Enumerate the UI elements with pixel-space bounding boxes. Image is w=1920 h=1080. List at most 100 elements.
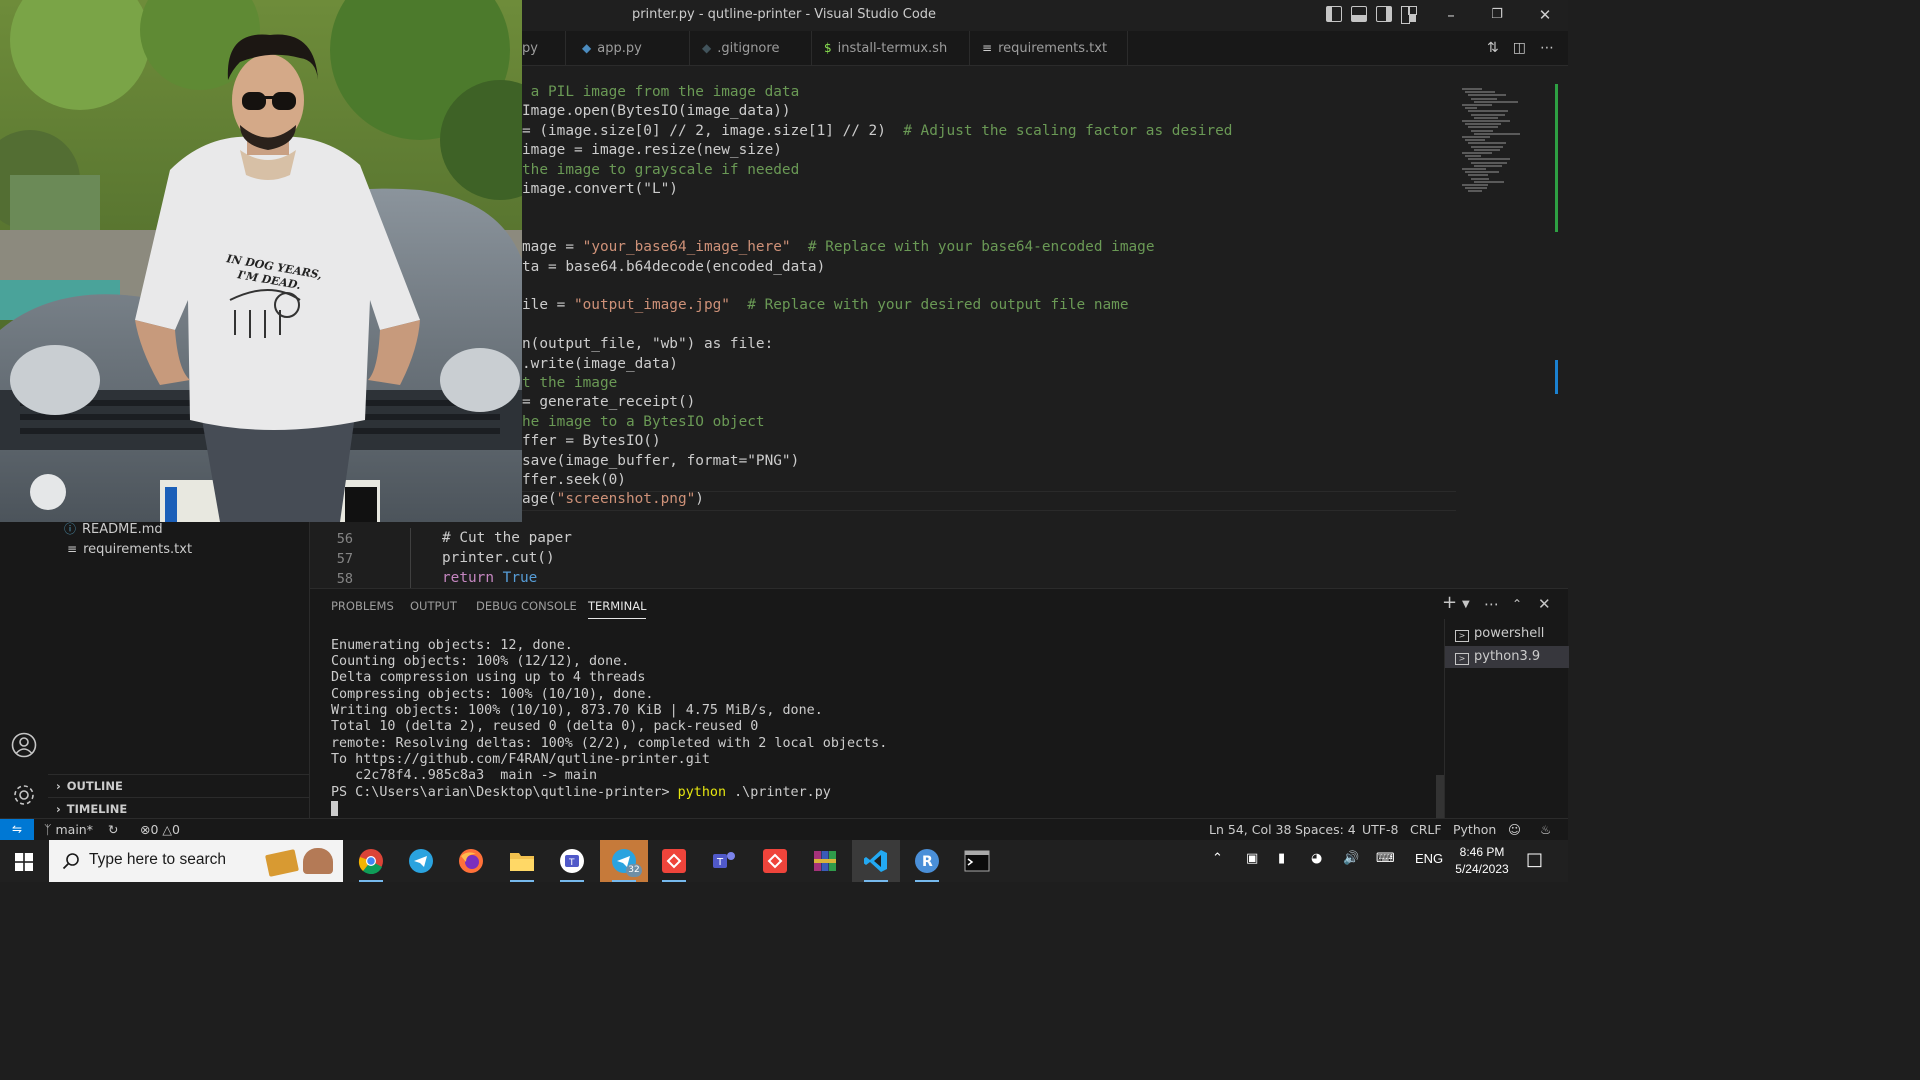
toggle-primary-sidebar-icon[interactable]	[1326, 6, 1342, 22]
taskbar-clock[interactable]: 8:46 PM 5/24/2023	[1452, 844, 1512, 878]
volume-icon[interactable]: 🔊	[1343, 851, 1359, 866]
cursor-position[interactable]: Ln 54, Col 38	[1209, 822, 1291, 837]
minimap-row	[1471, 177, 1489, 180]
code-text: age(	[522, 491, 557, 508]
customize-layout-icon[interactable]	[1401, 6, 1417, 24]
taskbar-anydesk-1[interactable]	[650, 840, 698, 882]
notifications-bell-icon[interactable]: ♨	[1540, 822, 1551, 837]
tab-problems[interactable]: PROBLEMS	[331, 599, 394, 613]
manage-gear-icon[interactable]	[11, 782, 37, 808]
clock-date: 5/24/2023	[1455, 862, 1509, 876]
tab-requirements[interactable]: ≡ requirements.txt	[970, 31, 1128, 66]
taskbar-chrome[interactable]	[347, 840, 395, 882]
taskbar-firefox[interactable]	[447, 840, 495, 882]
more-actions-icon[interactable]: ⋯	[1484, 595, 1499, 613]
warning-count: 0	[172, 822, 180, 837]
sync-icon[interactable]: ↻	[108, 822, 118, 837]
anydesk-icon	[662, 849, 686, 873]
language-mode[interactable]: Python	[1453, 822, 1496, 837]
branch-indicator[interactable]: ᛉ main*	[44, 822, 93, 837]
wifi-icon[interactable]: ◕	[1311, 851, 1322, 866]
indentation[interactable]: Spaces: 4	[1295, 822, 1356, 837]
terminal-line: remote: Resolving deltas: 100% (2/2), co…	[331, 736, 888, 751]
encoding[interactable]: UTF-8	[1362, 822, 1398, 837]
error-count: 0	[150, 822, 159, 837]
battery-icon[interactable]: ▮	[1278, 851, 1285, 866]
new-terminal-icon[interactable]: +	[1442, 592, 1457, 613]
tab-output[interactable]: OUTPUT	[410, 599, 457, 613]
code-text: )	[695, 491, 704, 508]
terminal-list: > powershell > python3.9	[1444, 619, 1569, 819]
python-file-icon: ◆	[582, 41, 592, 55]
maximize-panel-icon[interactable]: ⌃	[1512, 597, 1522, 611]
firefox-icon	[459, 849, 483, 873]
prompt-path: PS C:\Users\arian\Desktop\qutline-printe…	[331, 785, 678, 800]
minimap-row	[1465, 91, 1495, 94]
terminal-scrollbar[interactable]	[1436, 775, 1444, 819]
tab-install-termux[interactable]: $ install-termux.sh	[812, 31, 970, 66]
terminal-item-python[interactable]: > python3.9	[1445, 646, 1569, 668]
shell-file-icon: $	[824, 41, 832, 55]
timeline-section[interactable]: › TIMELINE	[48, 797, 310, 819]
minimap-row	[1465, 155, 1481, 158]
telegram-icon	[409, 849, 433, 873]
tab-printer-partial[interactable]: py	[522, 31, 566, 66]
toggle-secondary-sidebar-icon[interactable]	[1376, 6, 1392, 22]
code-line: the image to grayscale if needed	[522, 162, 799, 181]
file-requirements[interactable]: ≡ requirements.txt	[67, 542, 192, 557]
meet-now-icon[interactable]: ▣	[1246, 851, 1258, 866]
taskbar-vscode[interactable]	[852, 840, 900, 882]
remote-indicator-icon[interactable]: ⇋	[0, 819, 34, 841]
file-readme[interactable]: ⓘ README.md	[64, 520, 163, 537]
taskbar-search-box[interactable]: Type here to search	[49, 840, 343, 882]
scrollbar-thumb[interactable]	[1555, 360, 1558, 394]
tab-gitignore[interactable]: ◆ .gitignore	[690, 31, 812, 66]
taskbar-teams-app[interactable]: T	[548, 840, 596, 882]
input-language[interactable]: ENG	[1415, 851, 1443, 866]
scrollbar-git-marker	[1555, 84, 1558, 232]
taskbar-telegram-desktop[interactable]	[397, 840, 445, 882]
code-editor[interactable]: a PIL image from the image data Image.ope…	[522, 84, 1462, 524]
split-editor-icon[interactable]: ◫	[1513, 40, 1526, 56]
feedback-icon[interactable]: ☺	[1508, 822, 1521, 837]
taskbar-file-explorer[interactable]	[498, 840, 546, 882]
taskbar-anydesk-2[interactable]	[751, 840, 799, 882]
code-line: ta = base64.b64decode(encoded_data)	[522, 259, 825, 278]
account-icon[interactable]	[11, 732, 37, 758]
text-file-icon: ≡	[67, 542, 78, 556]
code-text: .write(image_data)	[522, 355, 678, 372]
r-app-icon: R	[915, 849, 939, 873]
chevron-down-icon[interactable]: ▼	[1462, 599, 1470, 610]
taskbar-telegram[interactable]: 32	[600, 840, 648, 882]
end-of-line[interactable]: CRLF	[1410, 822, 1442, 837]
close-button[interactable]: ✕	[1530, 4, 1560, 26]
tab-debug-console[interactable]: DEBUG CONSOLE	[476, 599, 577, 613]
keyboard-icon[interactable]: ⌨	[1376, 851, 1395, 866]
compare-changes-icon[interactable]: ⇅	[1487, 40, 1499, 56]
taskbar-microsoft-teams[interactable]: T	[700, 840, 748, 882]
code-line: a PIL image from the image data	[522, 84, 800, 103]
tab-terminal[interactable]: TERMINAL	[588, 599, 647, 619]
section-label: OUTLINE	[66, 779, 123, 793]
problems-indicator[interactable]: ⊗0 △0	[140, 822, 180, 837]
more-actions-icon[interactable]: ⋯	[1540, 40, 1554, 56]
show-hidden-icons-chevron-icon[interactable]: ⌃	[1212, 851, 1223, 866]
minimap-row	[1465, 171, 1499, 174]
minimap-row	[1465, 187, 1487, 190]
toggle-panel-icon[interactable]	[1351, 6, 1367, 22]
notification-center-icon[interactable]: □	[1526, 849, 1543, 870]
minimize-button[interactable]: –	[1436, 4, 1466, 26]
outline-section[interactable]: › OUTLINE	[48, 774, 310, 796]
minimap[interactable]	[1456, 84, 1556, 204]
windows-start-icon[interactable]	[15, 853, 33, 871]
code-lines-numbered[interactable]: 56 # Cut the paper 57 printer.cut() 58 r…	[310, 528, 1460, 588]
tab-app-py[interactable]: ◆ app.py	[570, 31, 690, 66]
code-line: ffer = BytesIO()	[522, 433, 661, 452]
terminal-line: Writing objects: 100% (10/10), 873.70 Ki…	[331, 703, 823, 718]
terminal-item-powershell[interactable]: > powershell	[1445, 623, 1569, 645]
taskbar-winrar[interactable]	[801, 840, 849, 882]
close-panel-icon[interactable]: ✕	[1538, 595, 1551, 613]
taskbar-terminal[interactable]	[953, 840, 1001, 882]
maximize-button[interactable]: ❐	[1482, 4, 1512, 26]
taskbar-r-app[interactable]: R	[903, 840, 951, 882]
